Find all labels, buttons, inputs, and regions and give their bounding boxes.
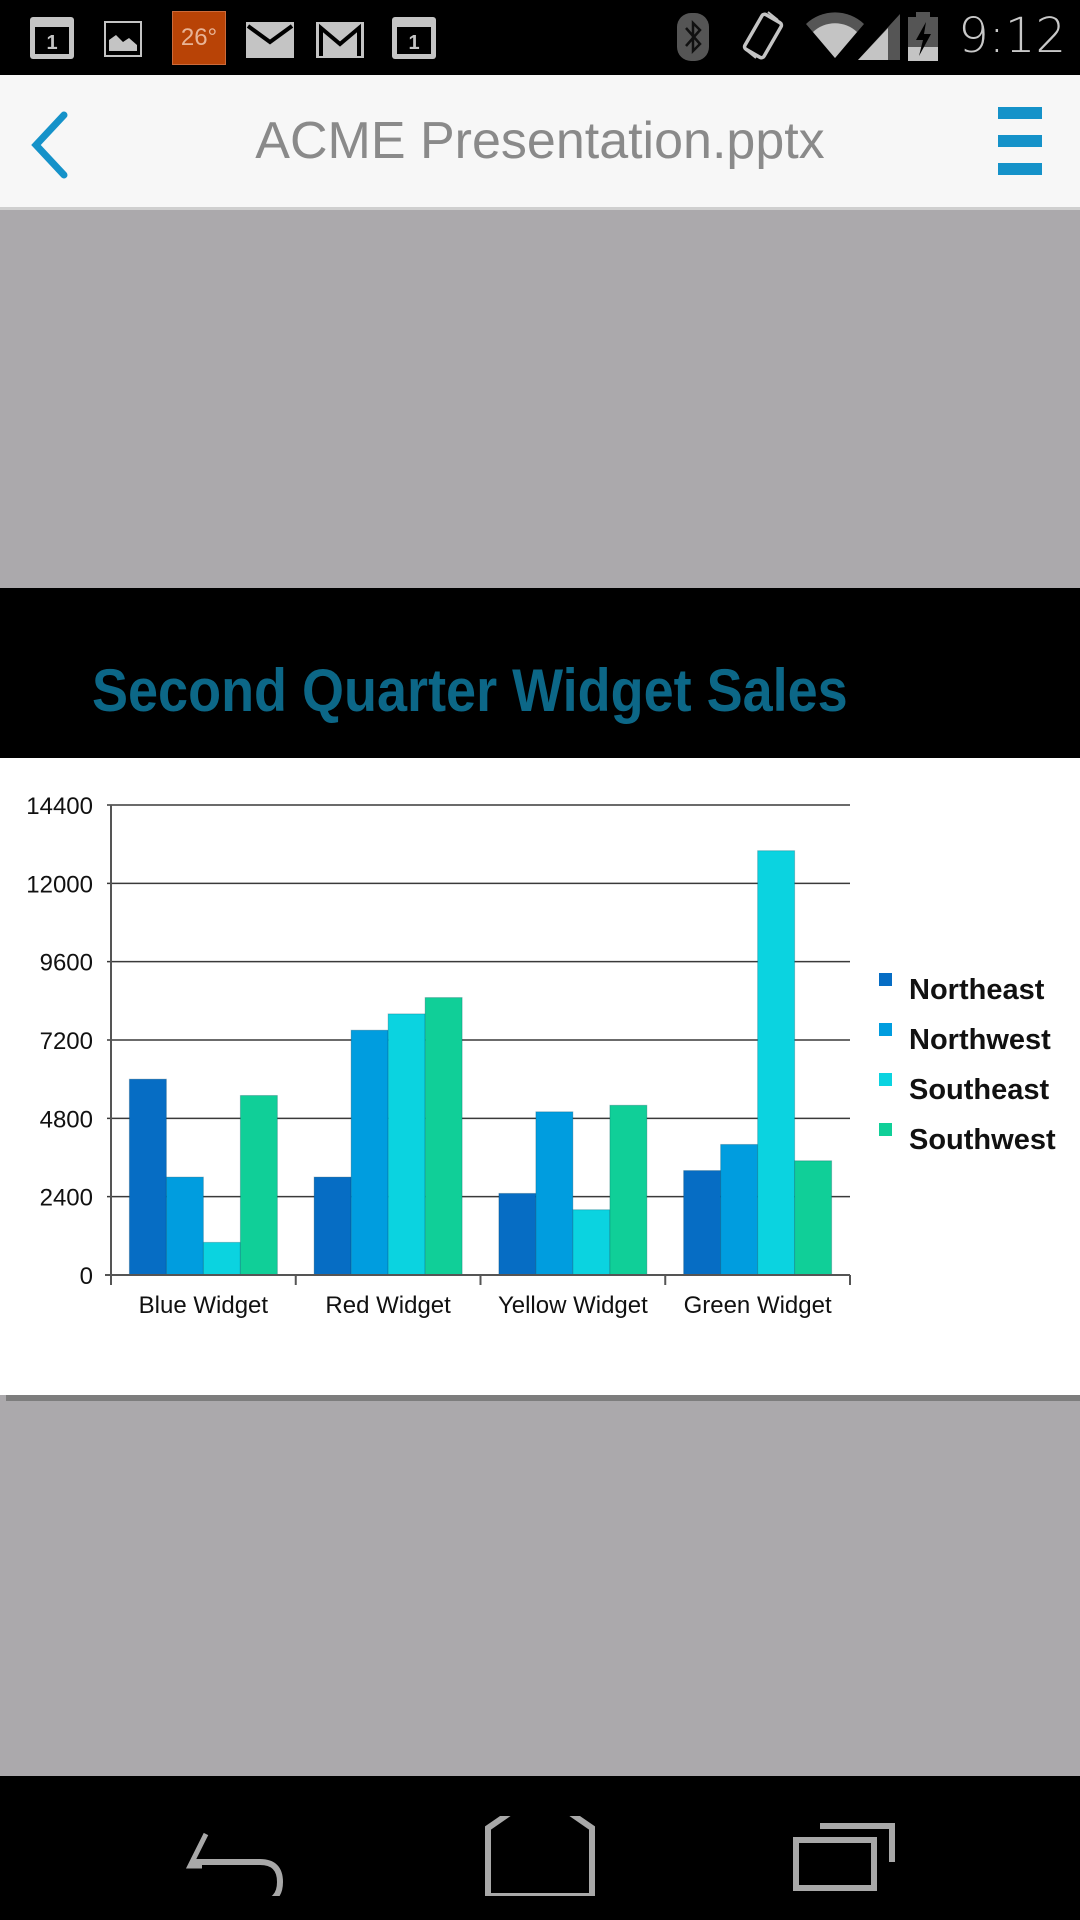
bar-southwest-yellow-widget [609,1104,648,1276]
nav-recent-apps-button[interactable] [790,1816,910,1896]
gridlines [107,804,850,1198]
nav-back-button[interactable] [180,1816,300,1896]
legend-label: Southeast [909,1074,1050,1106]
back-icon [185,1832,284,1896]
y-tick-label: 0 [80,1263,93,1290]
legend-swatch [879,1073,892,1086]
gmail-icon [316,22,364,58]
bar-southeast-yellow-widget [572,1209,611,1276]
y-tick-label: 4800 [40,1106,93,1133]
y-tick-labels: 0 2400 4800 7200 9600 12000 14400 [26,793,93,1290]
x-tick-labels: Blue Widget Red Widget Yellow Widget Green … [139,1292,832,1319]
bar-northwest-green-widget [720,1143,759,1276]
legend-label: Northeast [909,974,1045,1006]
nav-home-button[interactable] [480,1816,600,1896]
wifi-icon [806,12,864,58]
recent-apps-icon [793,1823,895,1891]
app-bar: ACME Presentation.pptx [0,75,1080,210]
legend-swatch [879,973,892,986]
y-tick-label: 14400 [26,793,93,820]
navigation-bar [0,1776,1080,1920]
vibrate-icon [742,11,784,60]
x-tick-label: Green Widget [684,1292,832,1319]
legend-label: Southwest [909,1124,1056,1156]
bar-northeast-yellow-widget [498,1192,537,1276]
bar-northeast-green-widget [683,1170,722,1276]
weather-icon: 26° [172,11,226,65]
legend-swatch [879,1123,892,1136]
bar-chart: 0 2400 4800 7200 9600 12000 14400 Blue Widget R… [26,793,1056,1319]
x-tick-label: Red Widget [325,1292,451,1319]
slide-content[interactable]: 0 2400 4800 7200 9600 12000 14400 Blue Widget R… [0,758,1080,1395]
y-tick-label: 9600 [40,950,93,977]
bar-southeast-blue-widget [202,1241,241,1276]
bar-southwest-green-widget [794,1160,833,1276]
bar-northwest-blue-widget [165,1176,204,1276]
bar-southwest-red-widget [424,997,463,1276]
bars [128,850,833,1276]
slide-title: Second Quarter Widget Sales [92,657,848,724]
bluetooth-icon [677,13,709,61]
bar-northwest-red-widget [350,1029,389,1276]
bar-southwest-blue-widget [239,1094,278,1276]
calendar-icon: 1 [30,17,74,59]
menu-button[interactable] [994,107,1044,177]
y-tick-label: 12000 [26,871,93,898]
bar-northwest-yellow-widget [535,1111,574,1276]
status-bar: 1 26° 1 9:12 [0,0,1080,75]
gallery-icon [104,21,142,57]
slide-title-area: Second Quarter Widget Sales [0,588,1080,758]
bar-southeast-red-widget [387,1013,426,1276]
bar-northeast-red-widget [313,1176,352,1276]
signal-icon [858,14,900,60]
document-title: ACME Presentation.pptx [255,112,825,170]
battery-charging-icon [908,12,938,61]
legend-swatch [879,1023,892,1036]
y-tick-label: 2400 [40,1185,93,1212]
legend: Northeast Northwest Southeast Southwest [879,973,1056,1156]
svg-text:1: 1 [408,32,419,54]
y-tick-label: 7200 [40,1028,93,1055]
svg-text:1: 1 [46,32,57,54]
email-icon [246,22,294,58]
bar-southeast-green-widget [757,850,796,1276]
clock: 9:12 [958,8,1066,64]
x-tick-label: Yellow Widget [498,1292,648,1319]
x-tick-label: Blue Widget [139,1292,269,1319]
calendar-icon: 1 [392,17,436,59]
bar-northeast-blue-widget [128,1078,167,1276]
legend-label: Northwest [909,1024,1051,1056]
slide-shadow [6,1395,1080,1401]
home-icon [485,1816,595,1896]
